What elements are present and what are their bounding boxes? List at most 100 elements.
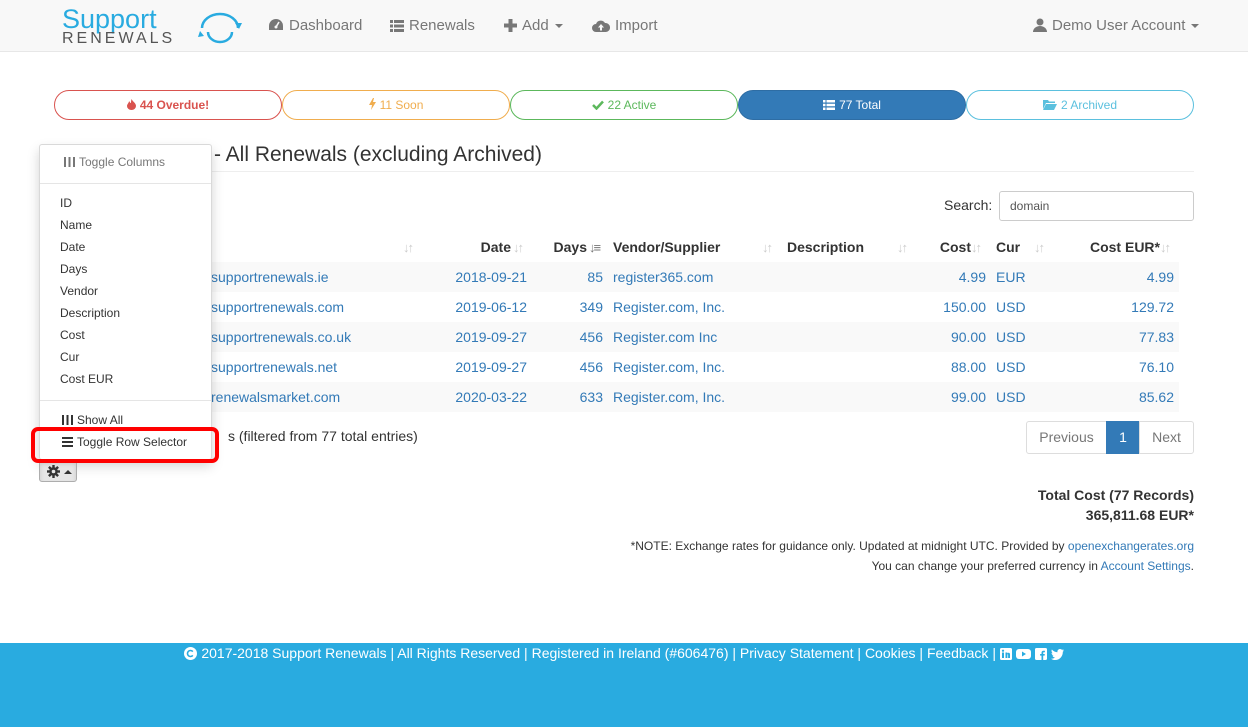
total-cost: Total Cost (77 Records) 365,811.68 EUR* <box>1038 485 1194 525</box>
col-cur[interactable]: Cur <box>996 239 1020 255</box>
exchange-note: *NOTE: Exchange rates for guidance only.… <box>631 536 1194 576</box>
pagination-next-button[interactable]: Next <box>1139 421 1194 454</box>
toggle-column-cost-eur[interactable]: Cost EUR <box>60 368 113 390</box>
table-row[interactable]: supportrenewals.com 2019-06-12 349 Regis… <box>54 292 1179 322</box>
cell-cur[interactable]: USD <box>996 329 1026 345</box>
col-description[interactable]: Description <box>787 239 864 255</box>
col-date[interactable]: Date <box>453 239 511 255</box>
youtube-icon[interactable] <box>1015 648 1031 660</box>
cell-cur[interactable]: USD <box>996 299 1026 315</box>
cell-name[interactable]: supportrenewals.co.uk <box>211 329 351 345</box>
nav-dashboard[interactable]: Dashboard <box>268 0 362 51</box>
filter-active-button[interactable]: 22 Active <box>510 90 738 120</box>
nav-user-dropdown[interactable]: Demo User Account <box>1033 0 1200 51</box>
col-cost-eur[interactable]: Cost EUR* <box>1054 239 1160 255</box>
toggle-column-name[interactable]: Name <box>60 214 92 236</box>
toggle-column-description[interactable]: Description <box>60 302 120 324</box>
toggle-column-vendor[interactable]: Vendor <box>60 280 98 302</box>
navbar: Support RENEWALS Dashboard Renewals Add … <box>0 0 1248 52</box>
cell-name[interactable]: renewalsmarket.com <box>211 389 340 405</box>
brand-logo[interactable]: Support RENEWALS <box>60 4 245 47</box>
table-row[interactable]: supportrenewals.co.uk 2019-09-27 456 Reg… <box>54 322 1179 352</box>
cell-days[interactable]: 85 <box>544 269 603 285</box>
col-cost[interactable]: Cost <box>914 239 971 255</box>
toggle-column-id[interactable]: ID <box>60 192 72 214</box>
pagination-previous-button[interactable]: Previous <box>1026 421 1107 454</box>
cell-cost[interactable]: 150.00 <box>916 299 986 315</box>
facebook-icon[interactable] <box>1034 648 1047 660</box>
nav-import[interactable]: Import <box>592 0 658 51</box>
search-input[interactable] <box>999 191 1194 221</box>
feedback-link[interactable]: Feedback <box>927 645 988 661</box>
cell-vendor[interactable]: Register.com, Inc. <box>613 299 725 315</box>
cell-date[interactable]: 2020-03-22 <box>434 389 527 405</box>
sort-cur-icon[interactable]: ↓↑ <box>1034 240 1045 255</box>
account-settings-link[interactable]: Account Settings <box>1101 559 1191 573</box>
cell-cost-eur[interactable]: 76.10 <box>1074 359 1174 375</box>
cell-cost[interactable]: 4.99 <box>916 269 986 285</box>
openexchangerates-link[interactable]: openexchangerates.org <box>1068 539 1194 553</box>
cell-date[interactable]: 2019-09-27 <box>434 359 527 375</box>
cell-date[interactable]: 2019-06-12 <box>434 299 527 315</box>
toggle-columns-label: Toggle Columns <box>79 155 166 169</box>
cell-cost-eur[interactable]: 77.83 <box>1074 329 1174 345</box>
toggle-column-days[interactable]: Days <box>60 258 87 280</box>
cell-days[interactable]: 456 <box>544 329 603 345</box>
list-icon <box>390 20 404 32</box>
cell-name[interactable]: supportrenewals.com <box>211 299 344 315</box>
cell-vendor[interactable]: Register.com, Inc. <box>613 389 725 405</box>
sort-date-icon[interactable]: ↓↑ <box>513 240 524 255</box>
cell-days[interactable]: 456 <box>544 359 603 375</box>
cell-days[interactable]: 349 <box>544 299 603 315</box>
cell-cost[interactable]: 99.00 <box>916 389 986 405</box>
cell-name[interactable]: supportrenewals.ie <box>211 269 329 285</box>
toggle-columns-header: Toggle Columns <box>40 155 211 169</box>
cell-vendor[interactable]: register365.com <box>613 269 713 285</box>
sort-description-icon[interactable]: ↓↑ <box>897 240 908 255</box>
cell-cur[interactable]: USD <box>996 389 1026 405</box>
twitter-icon[interactable] <box>1050 649 1064 660</box>
toggle-columns-menu: Toggle Columns ID Name Date Days Vendor … <box>39 144 212 460</box>
archived-label: 2 Archived <box>1060 98 1118 112</box>
cell-cur[interactable]: USD <box>996 359 1026 375</box>
filter-archived-button[interactable]: 2 Archived <box>966 90 1194 120</box>
cell-name[interactable]: supportrenewals.net <box>211 359 337 375</box>
cell-cost[interactable]: 90.00 <box>916 329 986 345</box>
table-info: s (filtered from 77 total entries) <box>228 428 418 444</box>
sort-cost-eur-icon[interactable]: ↓↑ <box>1160 240 1171 255</box>
cell-vendor[interactable]: Register.com Inc <box>613 329 717 345</box>
cell-date[interactable]: 2018-09-21 <box>434 269 527 285</box>
sort-cost-icon[interactable]: ↓↑ <box>971 240 982 255</box>
col-days[interactable]: Days <box>534 239 587 255</box>
cell-days[interactable]: 633 <box>544 389 603 405</box>
filter-soon-button[interactable]: 11 Soon <box>282 90 510 120</box>
check-icon <box>591 100 604 111</box>
toggle-column-cost[interactable]: Cost <box>60 324 85 346</box>
table-row[interactable]: supportrenewals.ie 2018-09-21 85 registe… <box>54 262 1179 292</box>
toggle-column-cur[interactable]: Cur <box>60 346 79 368</box>
filter-overdue-button[interactable]: 44 Overdue! <box>54 90 282 120</box>
table-row[interactable]: supportrenewals.net 2019-09-27 456 Regis… <box>54 352 1179 382</box>
cookies-link[interactable]: Cookies <box>865 645 916 661</box>
toggle-column-date[interactable]: Date <box>60 236 85 258</box>
cell-cost-eur[interactable]: 85.62 <box>1074 389 1174 405</box>
nav-add-dropdown[interactable]: Add <box>504 0 563 51</box>
cell-cur[interactable]: EUR <box>996 269 1026 285</box>
pagination-page-1[interactable]: 1 <box>1106 421 1140 454</box>
cell-vendor[interactable]: Register.com, Inc. <box>613 359 725 375</box>
filter-total-button[interactable]: 77 Total <box>738 90 966 120</box>
table-row[interactable]: renewalsmarket.com 2020-03-22 633 Regist… <box>54 382 1179 412</box>
cell-cost-eur[interactable]: 129.72 <box>1074 299 1174 315</box>
linkedin-icon[interactable] <box>999 648 1012 660</box>
col-vendor[interactable]: Vendor/Supplier <box>613 239 720 255</box>
nav-renewals[interactable]: Renewals <box>390 0 475 51</box>
column-settings-button[interactable] <box>39 460 77 482</box>
sort-vendor-icon[interactable]: ↓↑ <box>762 240 773 255</box>
cell-cost-eur[interactable]: 4.99 <box>1074 269 1174 285</box>
cell-date[interactable]: 2019-09-27 <box>434 329 527 345</box>
cell-cost[interactable]: 88.00 <box>916 359 986 375</box>
sort-days-active-icon[interactable]: ↓≡ <box>589 240 601 255</box>
copyright-icon <box>184 647 198 660</box>
sort-name-icon[interactable]: ↓↑ <box>403 240 414 255</box>
privacy-statement-link[interactable]: Privacy Statement <box>740 645 854 661</box>
